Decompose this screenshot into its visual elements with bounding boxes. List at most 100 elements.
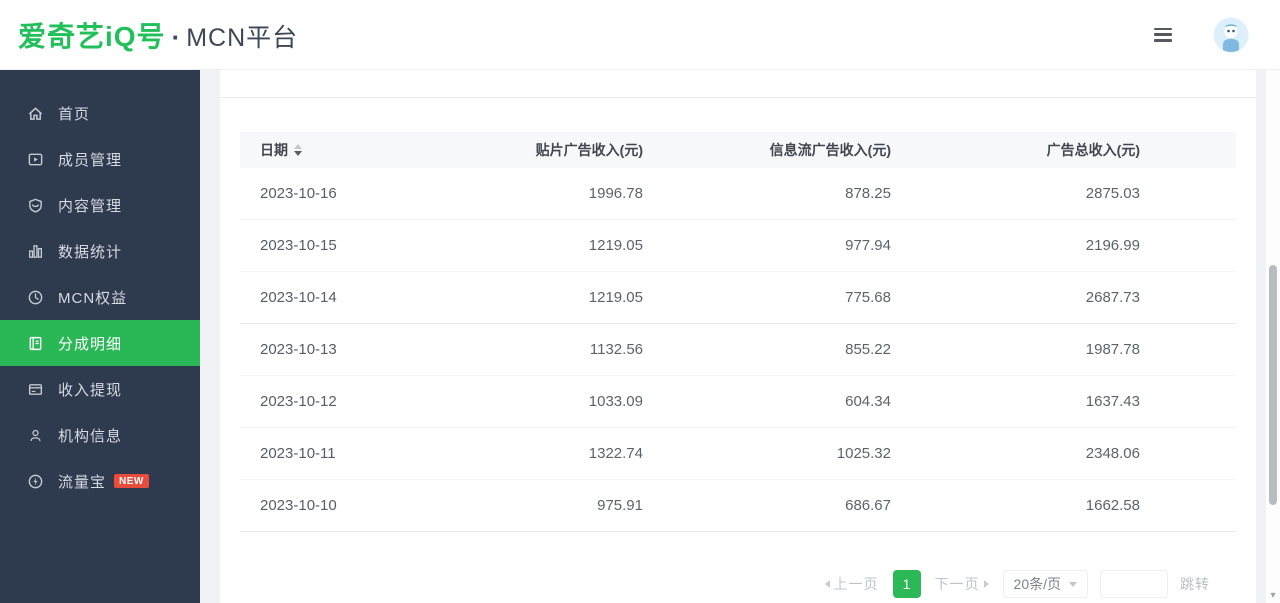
cell-preroll: 1996.78	[440, 168, 643, 220]
sidebar-nav: 首页 成员管理 内容管理 数据统计 MCN权益 分成明细 收入提	[0, 70, 200, 603]
cell-date: 2023-10-12	[240, 376, 440, 428]
cell-spacer	[1140, 480, 1236, 532]
sidebar-item-label: 收入提现	[58, 379, 122, 400]
user-avatar[interactable]	[1214, 18, 1248, 52]
page-size-value: 20条/页	[1014, 574, 1061, 594]
sidebar-item-members[interactable]: 成员管理	[0, 136, 200, 182]
cell-date: 2023-10-14	[240, 272, 440, 324]
sidebar-item-content[interactable]: 内容管理	[0, 182, 200, 228]
sidebar-item-label: 分成明细	[58, 333, 122, 354]
app-header: 爱奇艺iQ号 · MCN平台	[0, 0, 1280, 70]
stats-icon	[26, 242, 44, 260]
next-page-label: 下一页	[935, 574, 980, 594]
scrollbar-down-icon[interactable]: ▾	[1266, 590, 1280, 601]
cell-total: 1662.58	[891, 480, 1140, 532]
sidebar-item-label: 数据统计	[58, 241, 122, 262]
cell-feed: 604.34	[643, 376, 891, 428]
scrollbar-track[interactable]: ▾	[1266, 70, 1280, 603]
cell-date: 2023-10-10	[240, 480, 440, 532]
cell-preroll: 1219.05	[440, 220, 643, 272]
sidebar-item-label: 内容管理	[58, 195, 122, 216]
table-row: 2023-10-11 1322.74 1025.32 2348.06	[240, 428, 1236, 480]
column-label: 日期	[260, 132, 288, 168]
cell-spacer	[1140, 428, 1236, 480]
prev-page-button[interactable]: 上一页	[825, 574, 883, 594]
chevron-down-icon	[1069, 582, 1077, 587]
arrow-right-icon	[984, 580, 989, 588]
ledger-icon	[26, 334, 44, 352]
cell-date: 2023-10-15	[240, 220, 440, 272]
logo: 爱奇艺iQ号 · MCN平台	[18, 15, 298, 55]
logo-separator: ·	[172, 22, 181, 53]
cell-total: 2687.73	[891, 272, 1140, 324]
card-top-divider	[220, 97, 1256, 98]
cell-preroll: 1322.74	[440, 428, 643, 480]
column-spacer	[1140, 132, 1236, 168]
logo-product-text: MCN平台	[186, 18, 298, 54]
cell-spacer	[1140, 324, 1236, 376]
cell-feed: 878.25	[643, 168, 891, 220]
cell-date: 2023-10-13	[240, 324, 440, 376]
jump-label: 跳转	[1180, 574, 1210, 594]
sidebar-item-label: 机构信息	[58, 425, 122, 446]
column-header-feed: 信息流广告收入(元)	[643, 132, 891, 168]
content-card: 日期 贴片广告收入(元) 信息流广告收入(元) 广告总收入(元) 2023-10…	[220, 70, 1256, 603]
scrollbar-thumb[interactable]	[1269, 265, 1277, 505]
pagination: 上一页 1 下一页 20条/页 跳转	[825, 569, 1210, 599]
cell-total: 1637.43	[891, 376, 1140, 428]
cell-spacer	[1140, 376, 1236, 428]
content-icon	[26, 196, 44, 214]
cell-total: 2196.99	[891, 220, 1140, 272]
cell-feed: 855.22	[643, 324, 891, 376]
cell-preroll: 1033.09	[440, 376, 643, 428]
sidebar-item-traffic[interactable]: 流量宝 NEW	[0, 458, 200, 504]
traffic-icon	[26, 472, 44, 490]
sidebar-item-org-info[interactable]: 机构信息	[0, 412, 200, 458]
cell-preroll: 975.91	[440, 480, 643, 532]
table-row: 2023-10-16 1996.78 878.25 2875.03	[240, 168, 1236, 220]
cell-feed: 977.94	[643, 220, 891, 272]
table-row: 2023-10-10 975.91 686.67 1662.58	[240, 480, 1236, 532]
sidebar-item-home[interactable]: 首页	[0, 90, 200, 136]
cell-feed: 775.68	[643, 272, 891, 324]
sidebar-item-label: MCN权益	[58, 287, 127, 308]
cell-total: 2875.03	[891, 168, 1140, 220]
page-1-button[interactable]: 1	[893, 570, 921, 598]
header-actions	[1154, 18, 1248, 52]
sidebar-item-mcn-rights[interactable]: MCN权益	[0, 274, 200, 320]
new-badge: NEW	[114, 474, 149, 488]
sidebar-item-withdraw[interactable]: 收入提现	[0, 366, 200, 412]
cell-preroll: 1132.56	[440, 324, 643, 376]
cell-total: 2348.06	[891, 428, 1140, 480]
prev-page-label: 上一页	[834, 574, 879, 594]
cell-feed: 1025.32	[643, 428, 891, 480]
sidebar-item-label: 首页	[58, 103, 90, 124]
next-page-button[interactable]: 下一页	[931, 574, 989, 594]
page-size-select[interactable]: 20条/页	[1003, 570, 1088, 598]
cell-date: 2023-10-11	[240, 428, 440, 480]
logo-brand-text: 爱奇艺iQ号	[18, 15, 166, 55]
avatar-image	[1214, 18, 1248, 52]
table-row: 2023-10-12 1033.09 604.34 1637.43	[240, 376, 1236, 428]
column-header-total: 广告总收入(元)	[891, 132, 1140, 168]
hamburger-menu-icon[interactable]	[1154, 28, 1172, 42]
column-header-preroll: 贴片广告收入(元)	[440, 132, 643, 168]
sidebar-item-label: 流量宝	[58, 471, 106, 492]
arrow-left-icon	[825, 580, 830, 588]
cell-total: 1987.78	[891, 324, 1140, 376]
person-icon	[26, 426, 44, 444]
cell-spacer	[1140, 220, 1236, 272]
withdraw-icon	[26, 380, 44, 398]
clock-icon	[26, 288, 44, 306]
sidebar-item-stats[interactable]: 数据统计	[0, 228, 200, 274]
cell-spacer	[1140, 168, 1236, 220]
jump-page-input[interactable]	[1100, 570, 1168, 598]
cell-preroll: 1219.05	[440, 272, 643, 324]
cell-feed: 686.67	[643, 480, 891, 532]
sort-icon[interactable]	[294, 144, 302, 156]
table-row: 2023-10-14 1219.05 775.68 2687.73	[240, 272, 1236, 324]
cell-spacer	[1140, 272, 1236, 324]
sidebar-item-label: 成员管理	[58, 149, 122, 170]
column-header-date[interactable]: 日期	[240, 132, 440, 168]
sidebar-item-revenue-share[interactable]: 分成明细	[0, 320, 200, 366]
